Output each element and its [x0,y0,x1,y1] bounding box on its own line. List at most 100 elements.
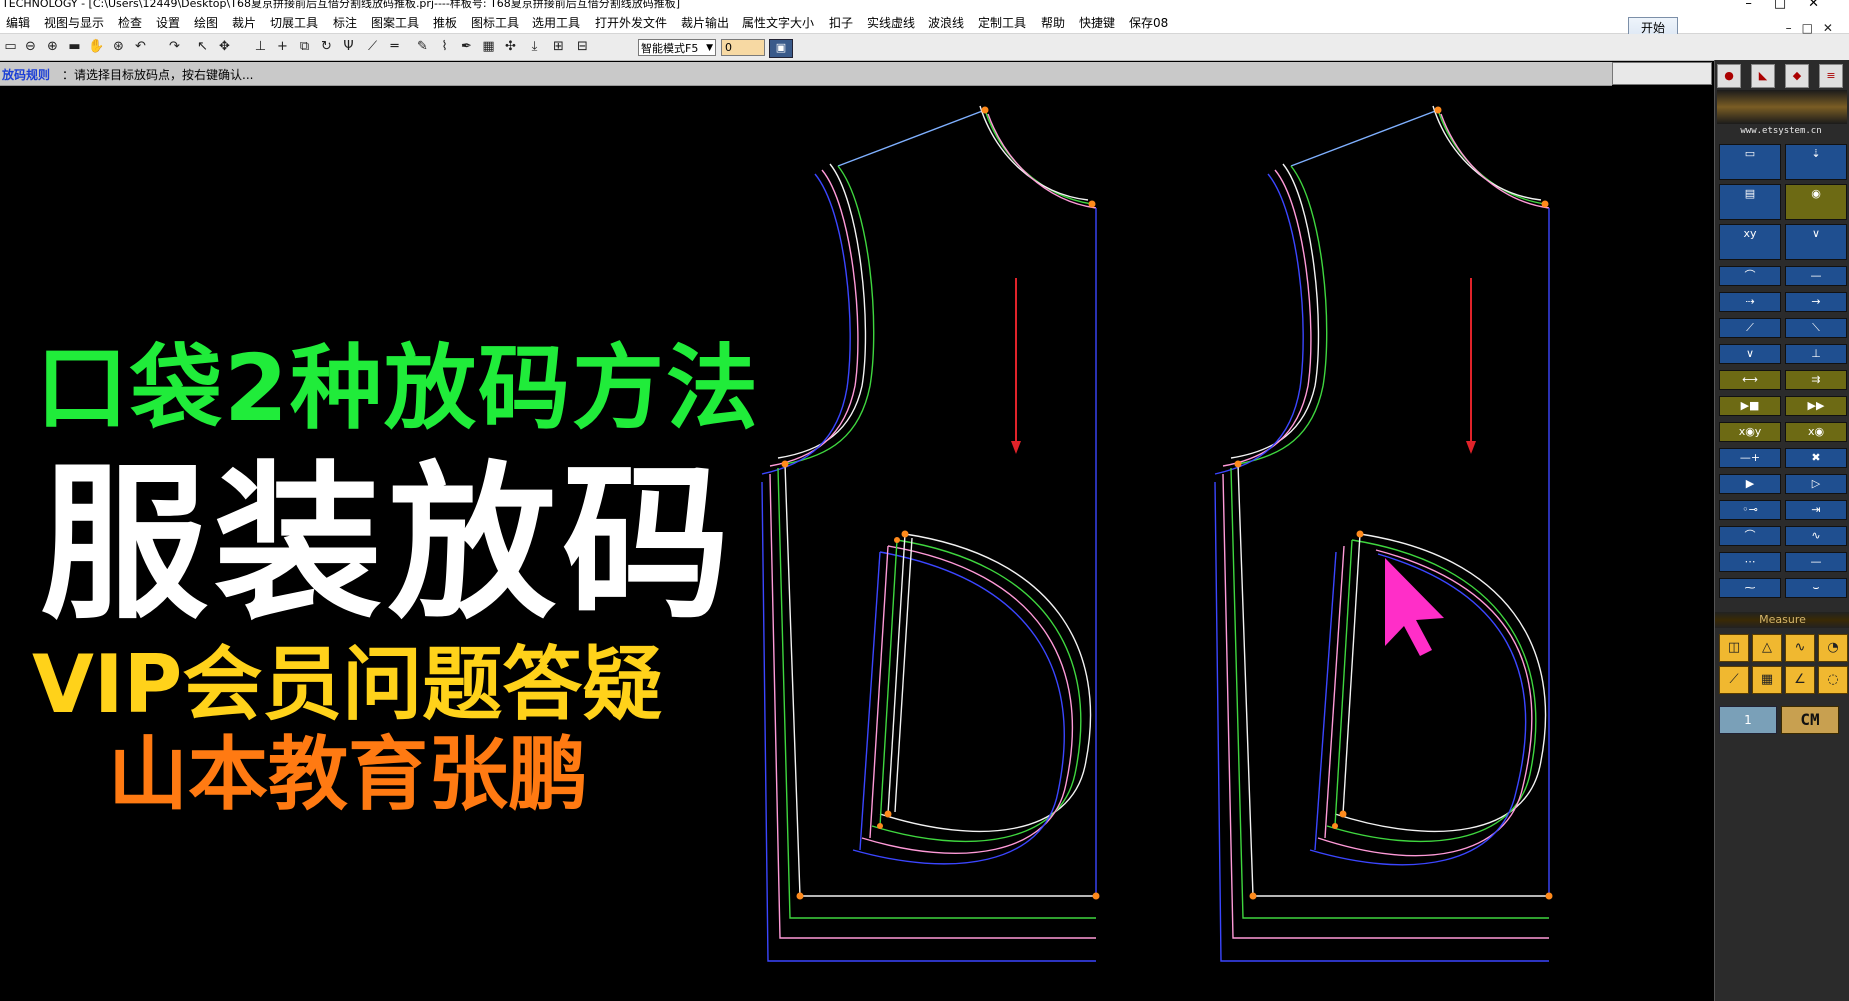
brush-icon[interactable]: ✎ [414,38,431,55]
document-window-controls[interactable]: –□✕ [1786,21,1843,35]
pattern-piece-left[interactable] [761,105,1097,962]
menu-buttons[interactable]: 扣子 [829,14,853,31]
menu-draw[interactable]: 绘图 [194,14,218,31]
fill-icon[interactable]: ▬ [66,38,83,55]
zoom-in-icon[interactable]: ⊕ [44,38,61,55]
tool-curve-4[interactable]: — [1785,552,1847,572]
tool-drill[interactable]: ◉ [1785,184,1847,220]
menu-shortcuts[interactable]: 快捷键 [1079,14,1115,31]
move-icon[interactable]: ✥ [216,38,233,55]
pattern-piece-right[interactable] [1214,105,1550,962]
prompt-input[interactable] [1612,62,1712,85]
menu-check[interactable]: 检查 [118,14,142,31]
rotate-icon[interactable]: ↻ [318,38,335,55]
menu-text-size[interactable]: 属性文字大小 [742,14,814,31]
menu-icon-tools[interactable]: 图标工具 [471,14,519,31]
menu-open-external[interactable]: 打开外发文件 [595,14,667,31]
measure-ruler-icon[interactable]: ⟋ [1719,666,1749,694]
tool-rectangle[interactable]: ▭ [1719,144,1781,180]
pen-icon[interactable]: ✒ [458,38,475,55]
measure-triangle-icon[interactable]: △ [1752,634,1782,662]
measure-table-icon[interactable]: ▦ [1752,666,1782,694]
menu-annotate[interactable]: 标注 [333,14,357,31]
tool-line-6[interactable]: ⟍ [1785,318,1847,338]
menu-pieces[interactable]: 裁片 [232,14,256,31]
tool-curve-1[interactable]: ⌒ [1719,526,1781,546]
menu-custom-tools[interactable]: 定制工具 [978,14,1026,31]
menu-slash-spread[interactable]: 切展工具 [270,14,318,31]
grid-icon[interactable]: ⊞ [550,38,567,55]
zoom-out-icon[interactable]: ⊖ [22,38,39,55]
cross-icon[interactable]: + [274,38,291,55]
menu-settings[interactable]: 设置 [156,14,180,31]
tool-line-5[interactable]: ⟋ [1719,318,1781,338]
tool-olive-1[interactable]: ⟷ [1719,370,1781,390]
tool-curve-5[interactable]: ⁓ [1719,578,1781,598]
pan-icon[interactable]: ✋ [88,38,105,55]
tool-curve-6[interactable]: ⌣ [1785,578,1847,598]
mode-select[interactable]: 智能模式F5 ▼ [638,39,716,56]
measure-shape-icon[interactable]: ◌ [1818,666,1848,694]
drawing-canvas[interactable]: 口袋2种放码方法 服装放码 VIP会员问题答疑 山本教育张鹏 [0,86,1713,1001]
confirm-button[interactable]: ▣ [769,39,793,58]
table-icon[interactable]: ⊟ [574,38,591,55]
measure-angle-icon[interactable]: ∠ [1785,666,1815,694]
point-icon[interactable]: ✣ [502,38,519,55]
tool-olive-6[interactable]: x◉ [1785,422,1847,442]
mirror-icon[interactable]: ⧉ [296,38,313,55]
menu-edit[interactable]: 编辑 [6,14,30,31]
measure-tape-icon[interactable]: ◫ [1719,634,1749,662]
tool-olive-3[interactable]: ▶■ [1719,396,1781,416]
menu-pattern-tools[interactable]: 图案工具 [371,14,419,31]
tool-point-4[interactable]: ▷ [1785,474,1847,494]
undo-icon[interactable]: ↶ [132,38,149,55]
menu-piece-output[interactable]: 裁片输出 [681,14,729,31]
select-icon[interactable]: ↖ [194,38,211,55]
lines-icon[interactable]: ≡ [1819,64,1843,88]
tool-line-2[interactable]: — [1785,266,1847,286]
tool-point-2[interactable]: ✖ [1785,448,1847,468]
color-icon[interactable]: ▦ [480,38,497,55]
record-icon[interactable]: ● [1717,64,1741,88]
align-icon[interactable]: ⊥ [252,38,269,55]
tool-line-3[interactable]: ⇢ [1719,292,1781,312]
node-icon[interactable]: ⤓ [526,38,543,55]
tool-line-4[interactable]: → [1785,292,1847,312]
menu-save08[interactable]: 保存08 [1129,14,1168,31]
palette-icon[interactable]: ◆ [1785,64,1809,88]
tool-curve-3[interactable]: ⋯ [1719,552,1781,572]
tool-line-8[interactable]: ⊥ [1785,344,1847,364]
tool-angle[interactable]: ∨ [1785,224,1847,260]
layer-button[interactable]: 1 [1719,706,1777,734]
save-icon[interactable]: ▭ [2,38,19,55]
chart-icon[interactable]: ◣ [1751,64,1775,88]
tool-xy[interactable]: xy [1719,224,1781,260]
redo-icon[interactable]: ↷ [166,38,183,55]
tool-point-5[interactable]: ◦⊸ [1719,500,1781,520]
menu-line-style[interactable]: 实线虚线 [867,14,915,31]
menu-grading[interactable]: 推板 [433,14,457,31]
zoom-window-icon[interactable]: ⊛ [110,38,127,55]
tool-point-6[interactable]: ⇥ [1785,500,1847,520]
measure-arc-icon[interactable]: ◔ [1818,634,1848,662]
parallel-icon[interactable]: ═ [386,38,403,55]
tool-table[interactable]: ▤ [1719,184,1781,220]
tool-olive-2[interactable]: ⇉ [1785,370,1847,390]
fork-icon[interactable]: Ψ [340,38,357,55]
tool-point-1[interactable]: —+ [1719,448,1781,468]
curve-icon[interactable]: ⌇ [436,38,453,55]
tool-olive-4[interactable]: ▶▶ [1785,396,1847,416]
line-icon[interactable]: ⟋ [364,38,381,55]
tool-olive-5[interactable]: x◉y [1719,422,1781,442]
tool-curve-2[interactable]: ∿ [1785,526,1847,546]
number-field[interactable]: 0 [721,39,765,56]
measure-curve-icon[interactable]: ∿ [1785,634,1815,662]
tool-fold[interactable]: ⇣ [1785,144,1847,180]
menu-help[interactable]: 帮助 [1041,14,1065,31]
window-controls[interactable]: –□✕ [1745,0,1841,9]
tool-line-7[interactable]: ∨ [1719,344,1781,364]
tool-point-3[interactable]: ▶ [1719,474,1781,494]
menu-select-tools[interactable]: 选用工具 [532,14,580,31]
menu-wave-line[interactable]: 波浪线 [928,14,964,31]
menu-view[interactable]: 视图与显示 [44,14,104,31]
